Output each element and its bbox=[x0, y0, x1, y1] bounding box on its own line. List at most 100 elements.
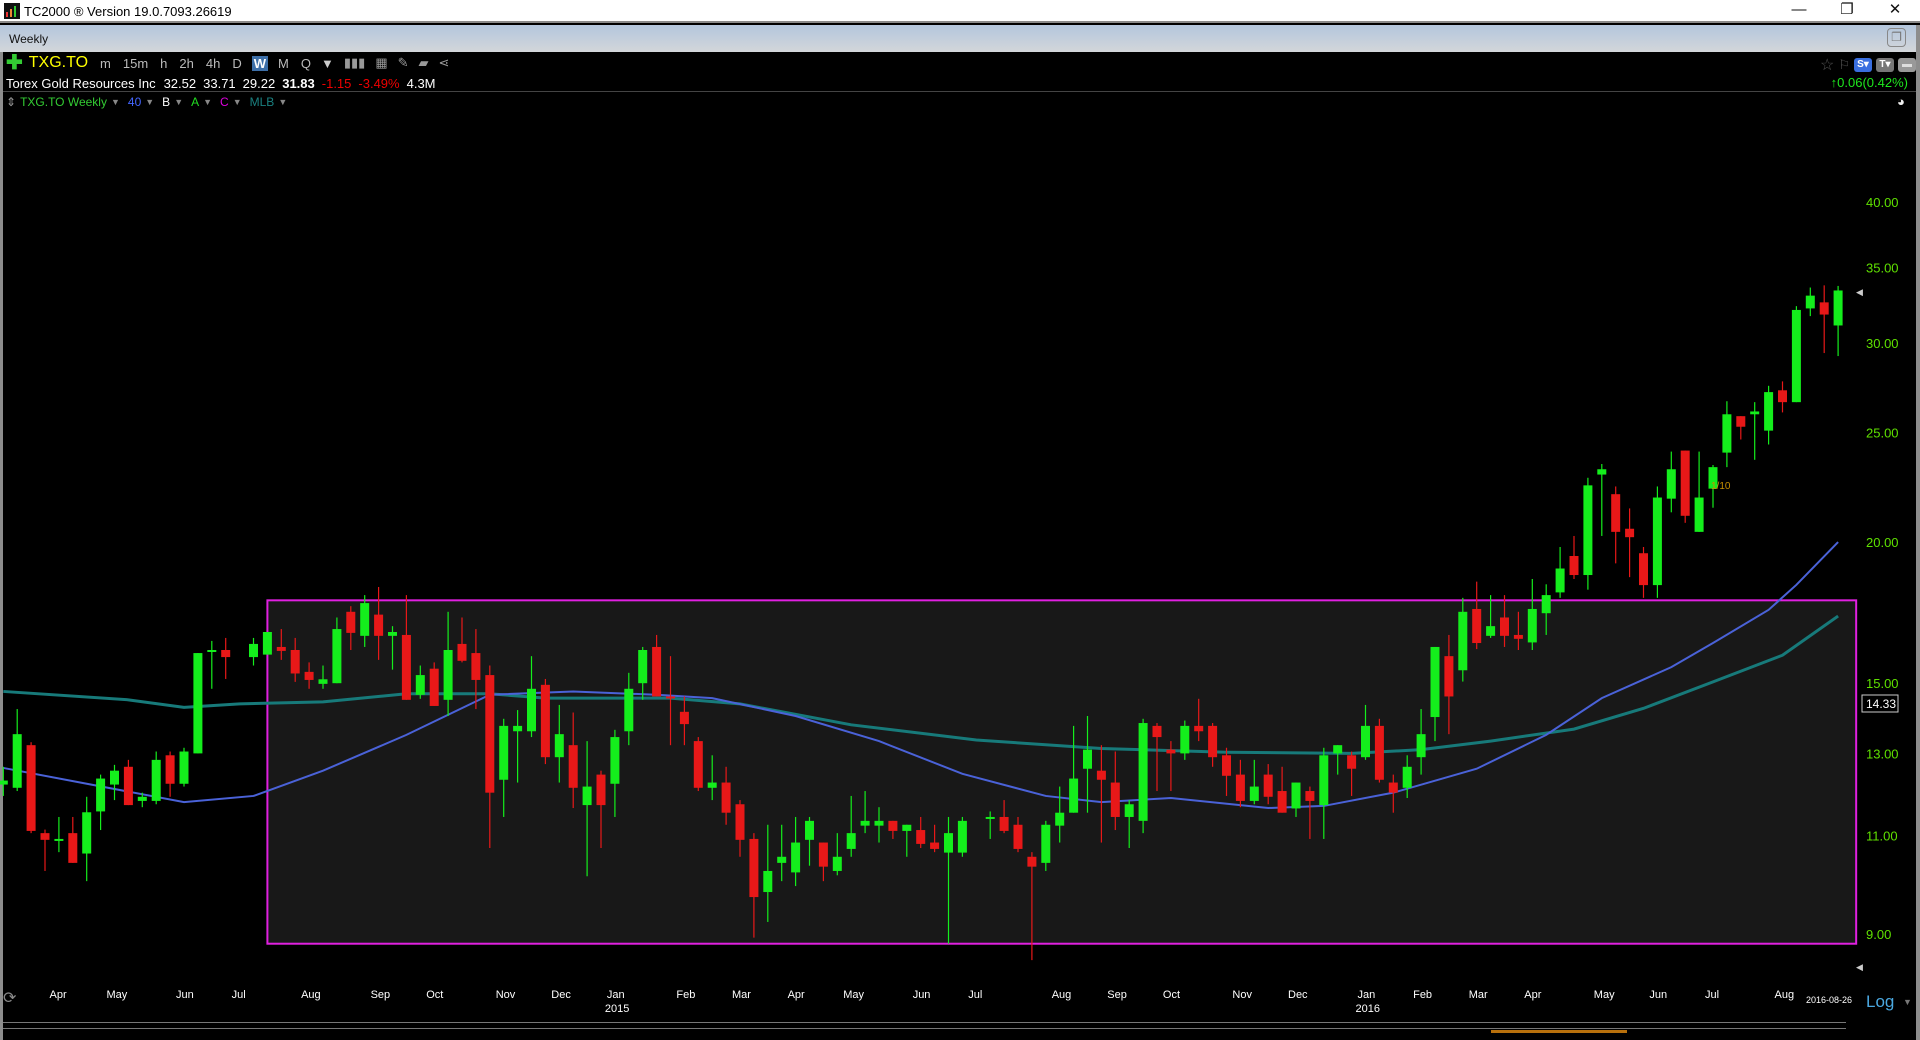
candle-body bbox=[374, 614, 384, 636]
candle-body bbox=[985, 816, 995, 819]
candle bbox=[1694, 451, 1704, 532]
chart-scrollbar[interactable] bbox=[1491, 1030, 1627, 1033]
candle-body bbox=[151, 759, 161, 801]
candle bbox=[40, 829, 50, 871]
axis-dropdown-icon[interactable]: ▼ bbox=[1903, 997, 1912, 1007]
x-month-label: Mar bbox=[732, 989, 751, 1001]
candle-body bbox=[1319, 755, 1329, 806]
x-month-label: Jan bbox=[607, 989, 625, 1001]
candle-body bbox=[1263, 774, 1273, 797]
candle bbox=[1652, 486, 1662, 598]
candle-body bbox=[944, 833, 953, 853]
candle-body bbox=[610, 737, 620, 784]
candle bbox=[957, 816, 967, 857]
candle-body bbox=[1778, 390, 1787, 403]
candle-body bbox=[443, 650, 453, 700]
y-tick-label: 20.00 bbox=[1866, 535, 1899, 550]
x-month-label: Sep bbox=[371, 989, 391, 1001]
candle-body bbox=[1124, 804, 1134, 817]
candle-body bbox=[1458, 611, 1468, 671]
candle-body bbox=[749, 838, 759, 898]
price-chart[interactable]: 40.00 35.00 30.00 25.00 20.00 15.00 13.00 11.00… bbox=[0, 0, 1920, 1040]
candle-body bbox=[179, 751, 189, 784]
candle-body bbox=[721, 782, 731, 813]
candle bbox=[1583, 477, 1593, 590]
candle bbox=[1374, 718, 1384, 783]
candle bbox=[110, 764, 119, 801]
candle-body bbox=[554, 734, 564, 758]
y-tick-label: 40.00 bbox=[1866, 195, 1899, 210]
candle bbox=[1778, 381, 1787, 413]
candle-body bbox=[304, 671, 314, 680]
divider-line bbox=[3, 1022, 1846, 1023]
candle bbox=[1791, 306, 1801, 403]
candle-body bbox=[1027, 856, 1037, 867]
x-month-label: Oct bbox=[1163, 989, 1180, 1001]
candle-body bbox=[1486, 626, 1496, 636]
candle-body bbox=[1597, 469, 1607, 475]
candle bbox=[165, 751, 175, 797]
refresh-icon[interactable]: ⟳ bbox=[3, 988, 16, 1008]
candle bbox=[1680, 450, 1690, 523]
candle-body bbox=[763, 870, 773, 893]
candle bbox=[1555, 546, 1565, 598]
candle bbox=[1639, 546, 1648, 598]
log-scale-toggle[interactable]: Log bbox=[1866, 992, 1894, 1012]
candle-body bbox=[1500, 617, 1509, 636]
candle-body bbox=[12, 734, 22, 788]
candle-body bbox=[666, 696, 675, 699]
candle-body bbox=[360, 603, 370, 636]
candle-body bbox=[262, 631, 272, 655]
candle bbox=[1611, 486, 1621, 564]
candle-body bbox=[693, 741, 703, 788]
y-tick-label: 11.00 bbox=[1866, 828, 1898, 843]
candle-body bbox=[638, 650, 648, 684]
candle-body bbox=[1041, 824, 1051, 863]
x-month-label: Dec bbox=[551, 989, 571, 1001]
candle-body bbox=[1138, 723, 1148, 821]
candle-body bbox=[679, 711, 689, 725]
candle-body bbox=[471, 653, 481, 680]
candle-body bbox=[290, 650, 300, 674]
candle-body bbox=[123, 766, 133, 806]
candle bbox=[12, 709, 22, 792]
candle bbox=[1666, 451, 1676, 513]
x-month-label: Jul bbox=[232, 989, 246, 1001]
candle-body bbox=[735, 804, 745, 840]
candle-body bbox=[818, 842, 828, 867]
candle-body bbox=[1222, 755, 1231, 776]
candle bbox=[221, 637, 231, 679]
x-month-label: Oct bbox=[426, 989, 443, 1001]
candle-body bbox=[1402, 766, 1412, 788]
candle bbox=[179, 747, 189, 787]
x-month-label: Jun bbox=[1649, 989, 1667, 1001]
candle-body bbox=[999, 816, 1009, 831]
candle-body bbox=[1069, 778, 1079, 813]
candle bbox=[1819, 285, 1829, 354]
candle-body bbox=[874, 820, 884, 826]
candle-body bbox=[540, 684, 550, 758]
x-month-label: Jun bbox=[176, 989, 194, 1001]
candle-body bbox=[1527, 608, 1537, 643]
candle bbox=[1805, 287, 1815, 317]
candle-body bbox=[1555, 568, 1565, 593]
candle-body bbox=[110, 770, 119, 785]
candle-body bbox=[1680, 450, 1690, 516]
alert-annotation: 1/10 bbox=[1711, 481, 1731, 492]
candle-body bbox=[1180, 725, 1190, 754]
x-month-label: Jul bbox=[968, 989, 982, 1001]
x-month-label: Apr bbox=[788, 989, 805, 1001]
y-tick-label: 35.00 bbox=[1866, 261, 1899, 276]
candle bbox=[1569, 535, 1579, 579]
candle-body bbox=[193, 653, 203, 754]
x-month-label: Aug bbox=[1775, 989, 1795, 1001]
candle bbox=[151, 751, 161, 805]
candle-body bbox=[652, 646, 662, 697]
candle-body bbox=[1096, 770, 1106, 780]
x-month-label: May bbox=[107, 989, 128, 1001]
x-month-label: Nov bbox=[1232, 989, 1252, 1001]
candle-body bbox=[40, 833, 50, 840]
candle-body bbox=[68, 833, 78, 863]
candle-body bbox=[1736, 416, 1746, 427]
x-month-label: Aug bbox=[301, 989, 321, 1001]
